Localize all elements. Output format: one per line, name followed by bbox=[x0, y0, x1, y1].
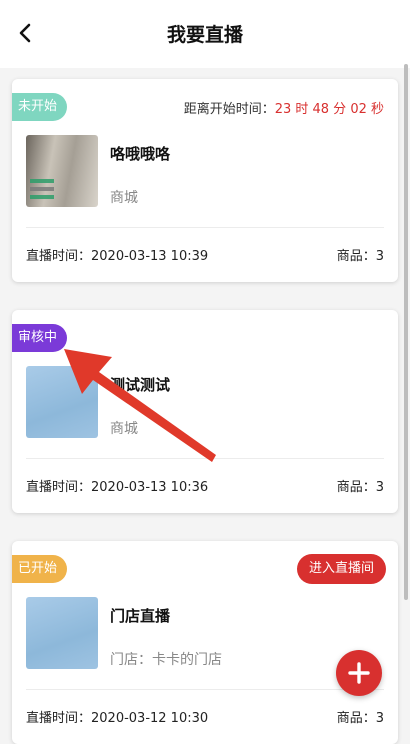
live-card-1[interactable]: 未开始 距离开始时间：23 时 48 分 02 秒 咯哦哦咯 商城 直播时间：2… bbox=[12, 79, 398, 282]
goods-count: 商品：3 bbox=[336, 711, 384, 726]
thumbnail-overlay-bar bbox=[30, 187, 54, 191]
live-time: 直播时间：2020-03-13 10:36 bbox=[26, 480, 209, 495]
page-title: 我要直播 bbox=[166, 24, 243, 46]
live-name: 门店直播 bbox=[110, 607, 171, 625]
live-thumbnail bbox=[26, 597, 98, 669]
divider bbox=[26, 227, 384, 228]
scrollbar[interactable] bbox=[404, 64, 408, 600]
divider bbox=[26, 458, 384, 459]
live-subtitle: 商城 bbox=[110, 190, 138, 206]
status-badge: 审核中 bbox=[12, 324, 68, 352]
live-subtitle: 商城 bbox=[110, 421, 138, 437]
live-card-3[interactable]: 已开始 进入直播间 门店直播 门店：卡卡的门店 直播时间：2020-03-12 … bbox=[12, 541, 398, 744]
countdown-value: 23 时 48 分 02 秒 bbox=[274, 102, 384, 117]
header-bar: 我要直播 bbox=[0, 0, 410, 68]
goods-count: 商品：3 bbox=[336, 480, 384, 495]
live-card-2[interactable]: 审核中 测试测试 商城 直播时间：2020-03-13 10:36 商品：3 bbox=[12, 310, 398, 513]
countdown-label: 距离开始时间： bbox=[183, 102, 275, 117]
add-live-button[interactable] bbox=[336, 650, 382, 696]
thumbnail-overlay-bar bbox=[30, 195, 54, 199]
live-name: 测试测试 bbox=[110, 376, 171, 394]
live-subtitle: 门店：卡卡的门店 bbox=[110, 652, 222, 668]
live-thumbnail bbox=[26, 135, 98, 207]
thumbnail-overlay-bar bbox=[30, 179, 54, 183]
divider bbox=[26, 689, 384, 690]
status-badge: 未开始 bbox=[12, 93, 68, 121]
plus-icon bbox=[348, 662, 370, 684]
live-name: 咯哦哦咯 bbox=[110, 145, 171, 163]
live-thumbnail bbox=[26, 366, 98, 438]
status-badge: 已开始 bbox=[12, 555, 68, 583]
live-time: 直播时间：2020-03-13 10:39 bbox=[26, 249, 209, 264]
live-time: 直播时间：2020-03-12 10:30 bbox=[26, 711, 209, 726]
countdown: 距离开始时间：23 时 48 分 02 秒 bbox=[184, 98, 384, 117]
goods-count: 商品：3 bbox=[336, 249, 384, 264]
enter-live-room-button[interactable]: 进入直播间 bbox=[296, 554, 386, 584]
